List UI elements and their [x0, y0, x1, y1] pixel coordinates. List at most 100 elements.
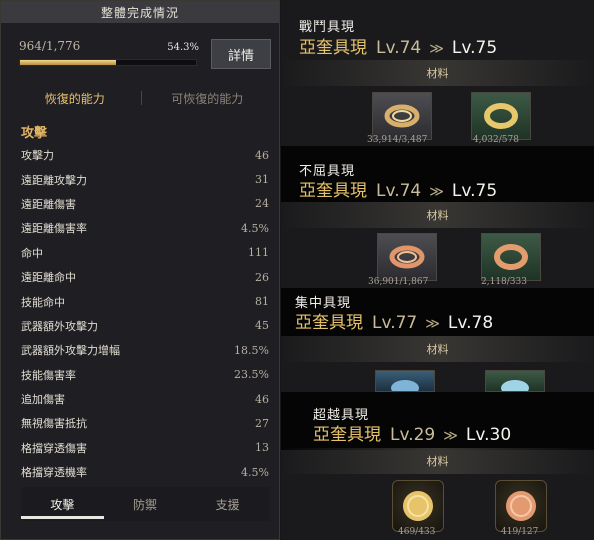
double-arrow-icon: ≫ — [429, 41, 444, 57]
stat-row: 命中 111 — [21, 241, 269, 265]
level-to: Lv.75 — [451, 38, 498, 58]
material-slot[interactable] — [495, 480, 547, 532]
materials-label: 材料 — [281, 336, 594, 362]
stat-name: 格擋穿透傷害 — [21, 441, 87, 455]
stat-row: 遠距離傷害率 4.5% — [21, 216, 269, 240]
tab-support[interactable]: 支援 — [186, 487, 269, 521]
material-slot[interactable] — [481, 233, 541, 281]
progress-count: 964/1,776 — [19, 39, 81, 53]
stat-value: 111 — [248, 246, 269, 260]
material-slot[interactable] — [392, 480, 444, 532]
stat-row: 格擋穿透機率 4.5% — [21, 460, 269, 484]
upgrade-card: 集中具現 亞奎具現 Lv.77 ≫ Lv.78 材料 — [281, 288, 594, 392]
stat-name: 無視傷害抵抗 — [21, 417, 87, 431]
stat-value: 24 — [255, 197, 269, 211]
progress-percent: 54.3% — [167, 42, 199, 53]
stat-name: 遠距離攻擊力 — [21, 173, 87, 187]
crystal-icon — [391, 380, 419, 391]
level-from: Lv.77 — [372, 313, 418, 333]
item-name: 亞奎具現 — [313, 425, 381, 445]
upgrade-card: 戰鬥具現 亞奎具現 Lv.74 ≫ Lv.75 材料 33,914/3,487 … — [281, 0, 594, 146]
level-from: Lv.74 — [376, 38, 422, 58]
stat-value: 46 — [255, 148, 269, 162]
materials-label: 材料 — [281, 60, 594, 86]
stat-value: 4.5% — [241, 221, 269, 235]
stat-row: 遠距離傷害 24 — [21, 192, 269, 216]
stat-row: 追加傷害 46 — [21, 387, 269, 411]
completion-panel: 整體完成情況 964/1,776 54.3% 詳情 恢復的能力 可恢復的能力 攻… — [0, 0, 280, 540]
stat-row: 攻擊力 46 — [21, 143, 269, 167]
section-title: 攻擊 — [21, 126, 48, 141]
material-slot[interactable] — [471, 92, 531, 140]
copper-ring-icon — [494, 244, 528, 270]
stat-row: 武器額外攻擊力 45 — [21, 314, 269, 338]
stat-row: 格擋穿透傷害 13 — [21, 436, 269, 460]
stat-row: 武器額外攻擊力增幅 18.5% — [21, 338, 269, 362]
stat-value: 13 — [255, 441, 269, 455]
stat-name: 遠距離傷害率 — [21, 222, 87, 236]
item-name: 亞奎具現 — [299, 181, 367, 201]
stat-value: 46 — [255, 392, 269, 406]
level-from: Lv.74 — [376, 181, 422, 201]
stat-row: 遠距離攻擊力 31 — [21, 167, 269, 191]
item-name: 亞奎具現 — [295, 313, 363, 333]
material-count: 33,914/3,487 — [367, 135, 428, 145]
progress-bar — [19, 59, 197, 66]
stat-name: 武器額外攻擊力增幅 — [21, 344, 120, 358]
tab-attack[interactable]: 攻擊 — [21, 487, 104, 521]
materials-label: 材料 — [281, 448, 594, 474]
panel-title: 整體完成情況 — [1, 1, 279, 23]
level-to: Lv.30 — [465, 425, 512, 445]
stat-value: 81 — [255, 295, 269, 309]
stat-value: 4.5% — [241, 465, 269, 479]
copper-wire-icon — [389, 245, 425, 269]
double-arrow-icon: ≫ — [425, 316, 440, 332]
material-slot[interactable] — [377, 233, 437, 281]
crystal-icon — [501, 380, 529, 391]
stat-name: 技能命中 — [21, 295, 65, 309]
level-from: Lv.29 — [390, 425, 436, 445]
stat-name: 格擋穿透機率 — [21, 466, 87, 480]
stat-name: 攻擊力 — [21, 149, 54, 163]
stat-row: 暴擊機率10.5% — [21, 484, 269, 485]
upgrade-card: 不屈具現 亞奎具現 Lv.74 ≫ Lv.75 材料 36,901/1,867 … — [281, 146, 594, 288]
stat-value: 45 — [255, 319, 269, 333]
material-count: 2,118/333 — [481, 277, 527, 287]
stat-name: 遠距離命中 — [21, 271, 76, 285]
stat-name: 遠距離傷害 — [21, 197, 76, 211]
progress-bar-fill — [20, 60, 116, 65]
material-slot[interactable] — [375, 370, 435, 392]
tab-defense[interactable]: 防禦 — [104, 487, 187, 521]
stat-name: 武器額外攻擊力 — [21, 319, 98, 333]
stat-row: 遠距離命中 26 — [21, 265, 269, 289]
double-arrow-icon: ≫ — [429, 184, 444, 200]
tab-restored-abilities[interactable]: 恢復的能力 — [9, 90, 141, 107]
stat-name: 命中 — [21, 246, 43, 260]
level-to: Lv.75 — [451, 181, 498, 201]
category-tabs: 攻擊 防禦 支援 — [21, 487, 269, 521]
gold-orb-icon — [403, 491, 433, 521]
material-count: 4,032/578 — [473, 135, 519, 145]
overall-progress: 964/1,776 54.3% — [19, 39, 199, 66]
stat-name: 追加傷害 — [21, 393, 65, 407]
stat-list[interactable]: 攻擊力 46 遠距離攻擊力 31 遠距離傷害 24 遠距離傷害率 4.5% 命中 111 遠距離命中… — [21, 143, 269, 485]
material-slot[interactable] — [372, 92, 432, 140]
detail-button[interactable]: 詳情 — [211, 39, 271, 69]
materials-label: 材料 — [281, 202, 594, 228]
material-slot[interactable] — [485, 370, 545, 392]
level-to: Lv.78 — [447, 313, 494, 333]
stat-value: 26 — [255, 270, 269, 284]
stat-value: 27 — [255, 416, 269, 430]
item-name: 亞奎具現 — [299, 38, 367, 58]
tab-restorable-abilities[interactable]: 可恢復的能力 — [142, 90, 274, 107]
copper-orb-icon — [506, 491, 536, 521]
stat-row: 技能命中 81 — [21, 289, 269, 313]
upgrade-panel: 戰鬥具現 亞奎具現 Lv.74 ≫ Lv.75 材料 33,914/3,487 … — [281, 0, 594, 540]
ability-filter-tabs: 恢復的能力 可恢復的能力 — [9, 85, 273, 111]
stat-value: 23.5% — [234, 368, 269, 382]
copper-wire-icon — [384, 104, 420, 128]
gold-ring-icon — [484, 103, 518, 129]
material-count: 419/127 — [501, 527, 539, 537]
stat-value: 18.5% — [234, 343, 269, 357]
stat-row: 技能傷害率 23.5% — [21, 363, 269, 387]
